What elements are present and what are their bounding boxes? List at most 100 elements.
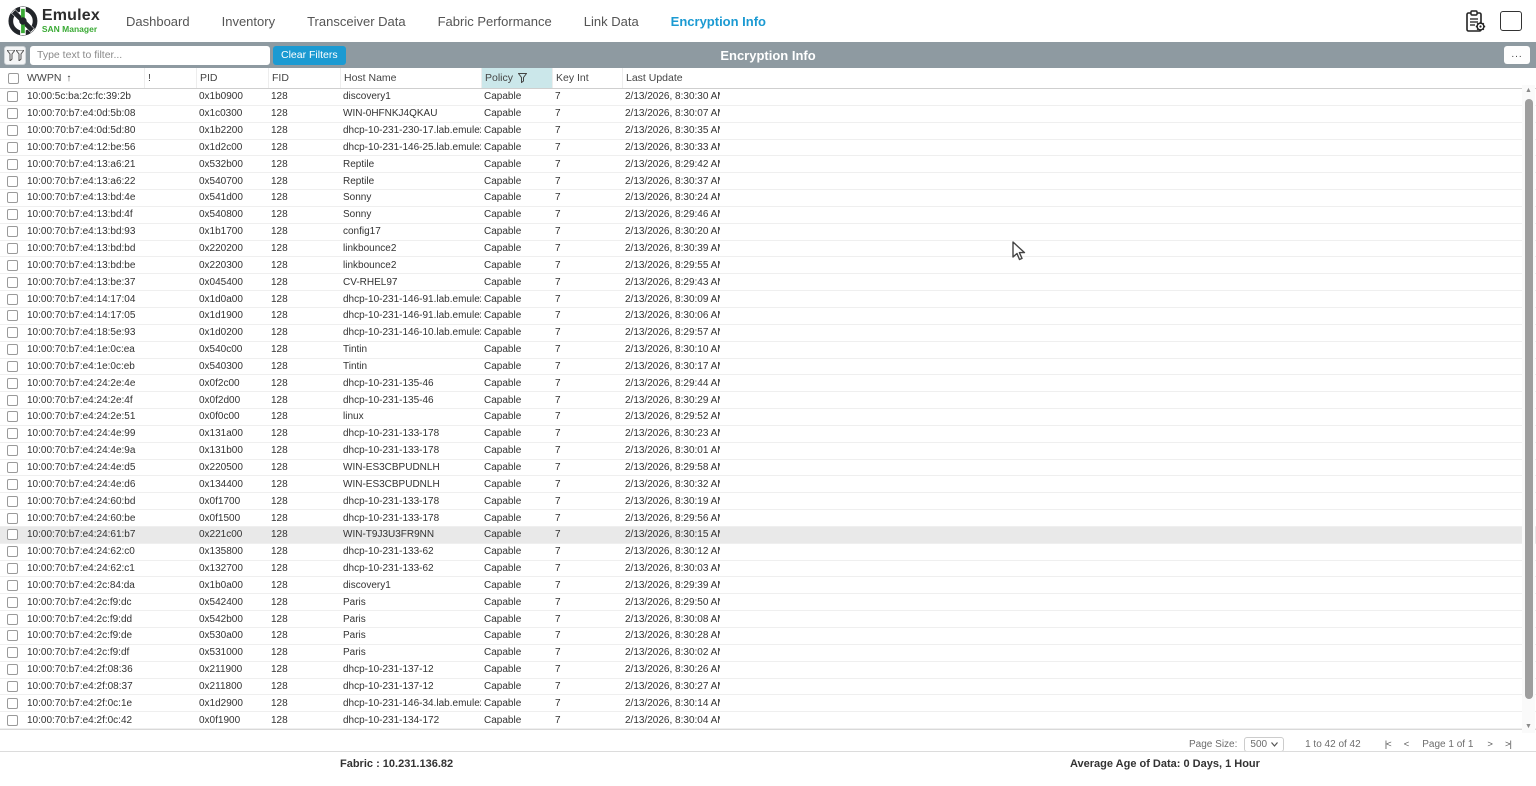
table-row[interactable]: 10:00:70:b7:e4:13:bd:93 0x1b1700 128 con… [0,224,1536,241]
row-checkbox[interactable] [7,411,18,422]
table-row[interactable]: 10:00:70:b7:e4:14:17:04 0x1d0a00 128 dhc… [0,291,1536,308]
row-checkbox[interactable] [7,226,18,237]
row-checkbox[interactable] [7,428,18,439]
row-checkbox[interactable] [7,529,18,540]
scrollbar-thumb[interactable] [1525,99,1533,699]
table-row[interactable]: 10:00:70:b7:e4:2c:f9:dc 0x542400 128 Par… [0,594,1536,611]
column-header-wwpn[interactable]: WWPN ↑ [24,68,144,88]
table-row[interactable]: 10:00:70:b7:e4:12:be:56 0x1d2c00 128 dhc… [0,140,1536,157]
more-options-button[interactable]: ... [1504,46,1530,64]
table-row[interactable]: 10:00:70:b7:e4:2c:f9:df 0x531000 128 Par… [0,645,1536,662]
table-row[interactable]: 10:00:70:b7:e4:2c:f9:de 0x530a00 128 Par… [0,628,1536,645]
table-row[interactable]: 10:00:70:b7:e4:2c:f9:dd 0x542b00 128 Par… [0,611,1536,628]
row-checkbox[interactable] [7,681,18,692]
table-row[interactable]: 10:00:70:b7:e4:24:4e:d5 0x220500 128 WIN… [0,460,1536,477]
nav-item-inventory[interactable]: Inventory [206,14,291,29]
column-header-fid[interactable]: FID [268,68,340,88]
page-size-select[interactable]: 500 [1244,737,1284,752]
scroll-down-icon[interactable]: ▼ [1522,721,1535,733]
row-checkbox[interactable] [7,142,18,153]
table-row[interactable]: 10:00:70:b7:e4:24:2e:4e 0x0f2c00 128 dhc… [0,375,1536,392]
row-checkbox[interactable] [7,513,18,524]
filter-text-input[interactable] [30,46,270,65]
column-header-last-update[interactable]: Last Update [622,68,720,88]
row-checkbox[interactable] [7,176,18,187]
table-row[interactable]: 10:00:70:b7:e4:24:4e:9a 0x131b00 128 dhc… [0,443,1536,460]
table-row[interactable]: 10:00:70:b7:e4:0d:5d:80 0x1b2200 128 dhc… [0,123,1536,140]
row-checkbox[interactable] [7,462,18,473]
table-row[interactable]: 10:00:70:b7:e4:24:4e:99 0x131a00 128 dhc… [0,426,1536,443]
row-checkbox[interactable] [7,361,18,372]
row-checkbox[interactable] [7,243,18,254]
row-checkbox[interactable] [7,91,18,102]
row-checkbox[interactable] [7,580,18,591]
column-header-alert[interactable]: ! [144,68,196,88]
row-checkbox[interactable] [7,310,18,321]
row-checkbox[interactable] [7,125,18,136]
table-row[interactable]: 10:00:70:b7:e4:24:62:c1 0x132700 128 dhc… [0,561,1536,578]
row-checkbox[interactable] [7,614,18,625]
column-filter-icon[interactable] [4,46,26,65]
previous-page-button[interactable]: < [1401,739,1412,750]
nav-item-transceiver-data[interactable]: Transceiver Data [291,14,422,29]
table-row[interactable]: 10:00:70:b7:e4:14:17:05 0x1d1900 128 dhc… [0,308,1536,325]
table-row[interactable]: 10:00:70:b7:e4:13:be:37 0x045400 128 CV-… [0,274,1536,291]
table-row[interactable]: 10:00:70:b7:e4:13:a6:21 0x532b00 128 Rep… [0,156,1536,173]
row-checkbox[interactable] [7,445,18,456]
hamburger-menu-icon[interactable] [1500,11,1522,31]
row-checkbox[interactable] [7,378,18,389]
column-header-pid[interactable]: PID [196,68,268,88]
table-row[interactable]: 10:00:70:b7:e4:1e:0c:eb 0x540300 128 Tin… [0,359,1536,376]
table-row[interactable]: 10:00:70:b7:e4:24:4e:d6 0x134400 128 WIN… [0,476,1536,493]
table-row[interactable]: 10:00:70:b7:e4:1e:0c:ea 0x540c00 128 Tin… [0,342,1536,359]
table-row[interactable]: 10:00:70:b7:e4:24:61:b7 0x221c00 128 WIN… [0,527,1536,544]
table-row[interactable]: 10:00:70:b7:e4:2f:08:37 0x211800 128 dhc… [0,679,1536,696]
table-row[interactable]: 10:00:70:b7:e4:13:bd:4f 0x540800 128 Son… [0,207,1536,224]
nav-item-fabric-performance[interactable]: Fabric Performance [422,14,568,29]
table-row[interactable]: 10:00:70:b7:e4:24:62:c0 0x135800 128 dhc… [0,544,1536,561]
column-header-host-name[interactable]: Host Name [340,68,481,88]
emulex-logo[interactable]: Emulex SAN Manager [8,6,100,36]
row-checkbox[interactable] [7,192,18,203]
table-row[interactable]: 10:00:70:b7:e4:24:60:bd 0x0f1700 128 dhc… [0,493,1536,510]
row-checkbox[interactable] [7,698,18,709]
clear-filters-button[interactable]: Clear Filters [273,46,346,65]
table-row[interactable]: 10:00:70:b7:e4:24:60:be 0x0f1500 128 dhc… [0,510,1536,527]
row-checkbox[interactable] [7,260,18,271]
table-row[interactable]: 10:00:70:b7:e4:2f:0c:1e 0x1d2900 128 dhc… [0,695,1536,712]
row-checkbox[interactable] [7,344,18,355]
select-all-checkbox[interactable] [8,73,19,84]
scroll-up-icon[interactable]: ▲ [1522,85,1535,97]
row-checkbox[interactable] [7,546,18,557]
row-checkbox[interactable] [7,159,18,170]
row-checkbox[interactable] [7,630,18,641]
first-page-button[interactable]: |< [1382,739,1394,750]
table-row[interactable]: 10:00:70:b7:e4:24:2e:51 0x0f0c00 128 lin… [0,409,1536,426]
table-row[interactable]: 10:00:70:b7:e4:2c:84:da 0x1b0a00 128 dis… [0,577,1536,594]
row-checkbox[interactable] [7,647,18,658]
nav-item-encryption-info[interactable]: Encryption Info [655,14,782,29]
row-checkbox[interactable] [7,277,18,288]
table-row[interactable]: 10:00:70:b7:e4:13:bd:bd 0x220200 128 lin… [0,241,1536,258]
report-settings-icon[interactable] [1465,10,1486,33]
table-row[interactable]: 10:00:5c:ba:2c:fc:39:2b 0x1b0900 128 dis… [0,89,1536,106]
table-row[interactable]: 10:00:70:b7:e4:18:5e:93 0x1d0200 128 dhc… [0,325,1536,342]
table-row[interactable]: 10:00:70:b7:e4:13:a6:22 0x540700 128 Rep… [0,173,1536,190]
table-row[interactable]: 10:00:70:b7:e4:2f:0c:42 0x0f1900 128 dhc… [0,712,1536,729]
table-row[interactable]: 10:00:70:b7:e4:13:bd:be 0x220300 128 lin… [0,257,1536,274]
column-header-policy[interactable]: Policy [481,68,552,88]
row-checkbox[interactable] [7,664,18,675]
row-checkbox[interactable] [7,563,18,574]
table-row[interactable]: 10:00:70:b7:e4:2f:08:36 0x211900 128 dhc… [0,662,1536,679]
row-checkbox[interactable] [7,327,18,338]
row-checkbox[interactable] [7,395,18,406]
row-checkbox[interactable] [7,715,18,726]
next-page-button[interactable]: > [1484,739,1495,750]
row-checkbox[interactable] [7,209,18,220]
last-page-button[interactable]: >| [1502,739,1514,750]
nav-item-dashboard[interactable]: Dashboard [110,14,206,29]
column-header-key-int[interactable]: Key Int [552,68,622,88]
row-checkbox[interactable] [7,496,18,507]
table-row[interactable]: 10:00:70:b7:e4:13:bd:4e 0x541d00 128 Son… [0,190,1536,207]
table-row[interactable]: 10:00:70:b7:e4:24:2e:4f 0x0f2d00 128 dhc… [0,392,1536,409]
